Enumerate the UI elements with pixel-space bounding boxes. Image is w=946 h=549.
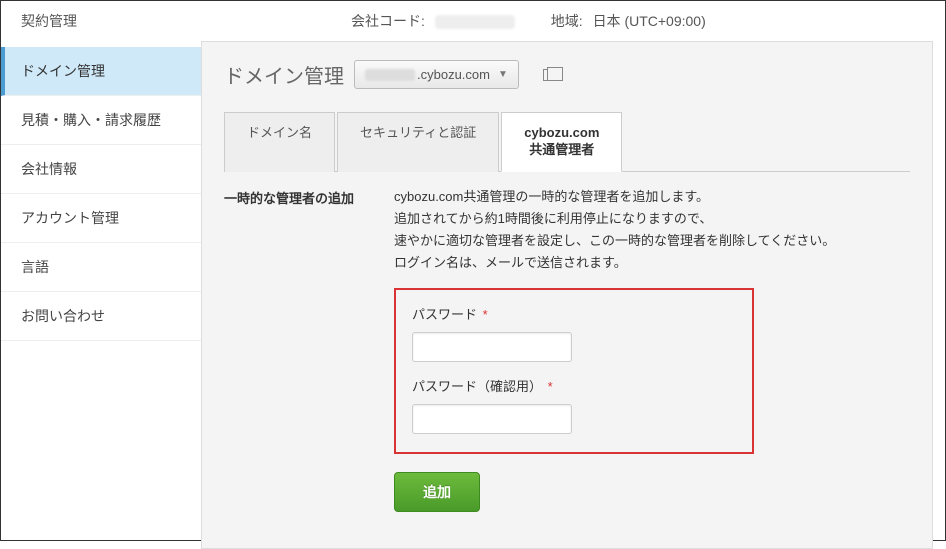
highlighted-form: パスワード * パスワード（確認用） *	[394, 288, 754, 454]
tab-admin[interactable]: cybozu.com 共通管理者	[501, 112, 622, 172]
sidebar-item-billing[interactable]: 見積・購入・請求履歴	[1, 96, 201, 145]
sidebar-item-label: 会社情報	[21, 161, 77, 177]
password-input[interactable]	[412, 332, 572, 362]
tab-label-line2: 共通管理者	[529, 142, 594, 157]
sidebar-item-label: アカウント管理	[21, 210, 119, 226]
password-confirm-label: パスワード（確認用）	[412, 379, 542, 394]
desc-line: cybozu.com共通管理の一時的な管理者を追加します。	[394, 186, 910, 208]
sidebar-item-label: 言語	[21, 259, 49, 275]
company-code-value	[435, 15, 515, 29]
sidebar-item-label: ドメイン管理	[21, 63, 105, 79]
desc-line: 速やかに適切な管理者を設定し、この一時的な管理者を削除してください。	[394, 230, 910, 252]
sidebar-item-label: 見積・購入・請求履歴	[21, 112, 161, 128]
sidebar-item-contact[interactable]: お問い合わせ	[1, 292, 201, 341]
domain-suffix: .cybozu.com	[417, 67, 490, 82]
domain-selector[interactable]: .cybozu.com ▼	[354, 60, 519, 89]
region-value: 日本 (UTC+09:00)	[593, 13, 706, 29]
desc-line: ログイン名は、メールで送信されます。	[394, 252, 910, 274]
sidebar-item-account[interactable]: アカウント管理	[1, 194, 201, 243]
sidebar: ドメイン管理 見積・購入・請求履歴 会社情報 アカウント管理 言語 お問い合わせ	[1, 41, 201, 549]
sidebar-item-language[interactable]: 言語	[1, 243, 201, 292]
chevron-down-icon: ▼	[498, 69, 508, 80]
tab-label: セキュリティと認証	[360, 125, 476, 140]
required-mark: *	[548, 379, 553, 394]
region-label: 地域:	[551, 13, 583, 29]
company-code-label: 会社コード:	[351, 13, 425, 29]
domain-prefix-blur	[365, 69, 415, 81]
sidebar-item-label: お問い合わせ	[21, 308, 105, 324]
desc-line: 追加されてから約1時間後に利用停止になりますので、	[394, 208, 910, 230]
button-label: 追加	[423, 484, 451, 500]
required-mark: *	[483, 307, 488, 322]
tab-label-line1: cybozu.com	[524, 125, 599, 140]
page-title: ドメイン管理	[224, 60, 344, 89]
password-label: パスワード	[412, 307, 477, 322]
tabs: ドメイン名 セキュリティと認証 cybozu.com 共通管理者	[224, 111, 910, 172]
sidebar-item-company[interactable]: 会社情報	[1, 145, 201, 194]
tab-domain-name[interactable]: ドメイン名	[224, 112, 335, 172]
sidebar-item-domain[interactable]: ドメイン管理	[1, 47, 201, 96]
main-panel: ドメイン管理 .cybozu.com ▼ ドメイン名 セキュリティと認証 cyb…	[201, 41, 933, 549]
contract-label: 契約管理	[21, 13, 77, 29]
popup-icon[interactable]	[543, 69, 557, 81]
tab-security[interactable]: セキュリティと認証	[337, 112, 499, 172]
tab-label: ドメイン名	[247, 125, 312, 140]
section-title: 一時的な管理者の追加	[224, 186, 394, 513]
header: 契約管理 会社コード: 地域: 日本 (UTC+09:00)	[1, 1, 945, 41]
password-confirm-input[interactable]	[412, 404, 572, 434]
add-button[interactable]: 追加	[394, 472, 480, 512]
